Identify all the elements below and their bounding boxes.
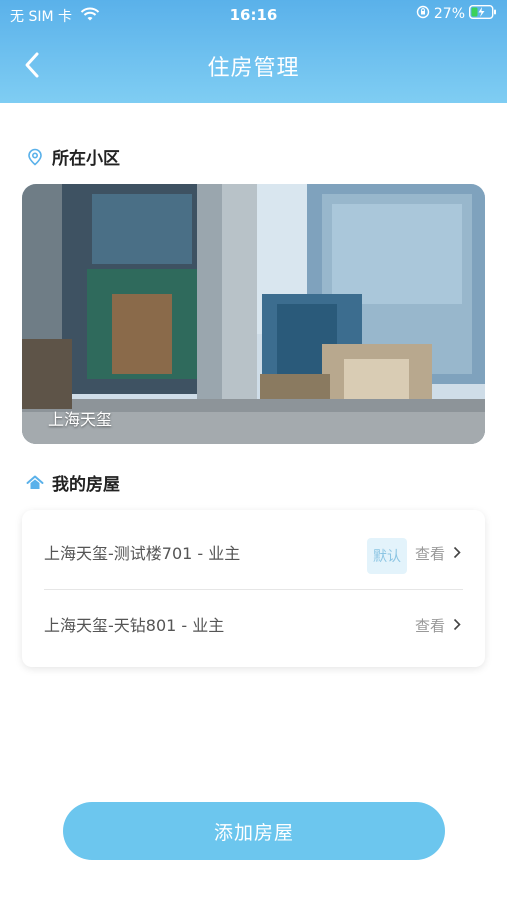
default-badge: 默认 xyxy=(367,538,407,574)
view-house-button[interactable]: 查看 xyxy=(415,543,461,564)
community-name: 上海天玺 xyxy=(48,410,113,429)
status-bar: 无 SIM 卡 16:16 27% xyxy=(0,0,507,30)
house-list-item[interactable]: 上海天玺-测试楼701 - 业主 默认 查看 xyxy=(22,514,485,586)
page-title: 住房管理 xyxy=(207,56,300,81)
battery-charging-icon xyxy=(468,4,497,23)
view-label: 查看 xyxy=(414,545,445,563)
house-list-card: 上海天玺-测试楼701 - 业主 默认 查看 上海天玺-天钻801 - 业主 查… xyxy=(22,510,485,667)
chevron-right-icon xyxy=(453,545,461,563)
battery-percent: 27% xyxy=(433,6,465,22)
view-label: 查看 xyxy=(414,617,445,635)
location-pin-icon xyxy=(26,148,44,166)
header: 无 SIM 卡 16:16 27% 住房管理 xyxy=(0,0,507,103)
add-house-button[interactable]: 添加房屋 xyxy=(63,802,445,860)
house-label: 上海天玺-测试楼701 - 业主 xyxy=(44,544,241,563)
houses-section-title: 我的房屋 xyxy=(26,470,120,495)
view-house-button[interactable]: 查看 xyxy=(415,615,461,636)
house-list-item[interactable]: 上海天玺-天钻801 - 业主 查看 xyxy=(22,586,485,658)
houses-section-label: 我的房屋 xyxy=(52,475,120,495)
home-icon xyxy=(26,474,44,492)
community-section-title: 所在小区 xyxy=(26,144,120,169)
house-label: 上海天玺-天钻801 - 业主 xyxy=(44,616,225,635)
status-right: 27% xyxy=(416,4,497,23)
community-image-card[interactable]: 上海天玺 xyxy=(22,184,485,444)
orientation-lock-icon xyxy=(416,5,430,23)
community-building-image xyxy=(22,184,485,444)
chevron-right-icon xyxy=(453,617,461,635)
community-section-label: 所在小区 xyxy=(52,149,120,169)
